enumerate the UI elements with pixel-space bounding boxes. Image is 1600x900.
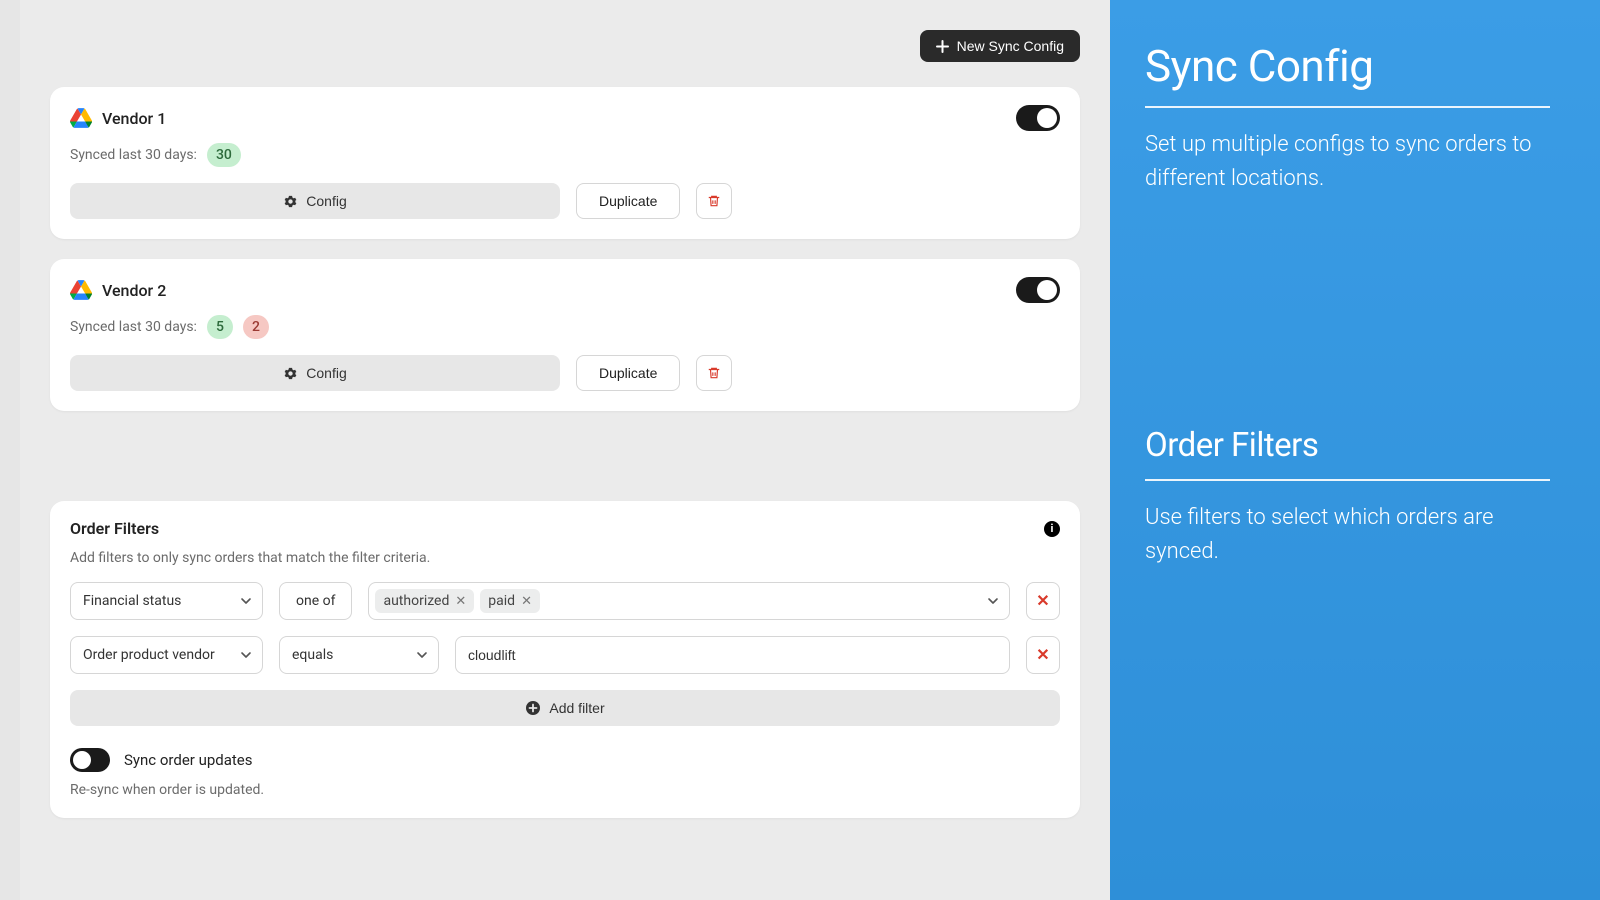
- order-filters-title: Order Filters: [70, 519, 159, 538]
- gear-icon: [283, 194, 298, 209]
- synced-label: Synced last 30 days:: [70, 147, 197, 163]
- vendor-card: Vendor 1 Synced last 30 days: 30 Config Dup…: [50, 87, 1080, 239]
- side-text-1: Set up multiple configs to sync orders t…: [1145, 128, 1550, 196]
- delete-button[interactable]: [696, 183, 732, 219]
- remove-filter-button[interactable]: ✕: [1026, 636, 1060, 674]
- filter-field-select[interactable]: Financial status: [70, 582, 263, 620]
- google-drive-icon: [70, 280, 92, 300]
- new-sync-config-button[interactable]: New Sync Config: [920, 30, 1080, 62]
- config-button[interactable]: Config: [70, 355, 560, 391]
- chevron-down-icon: [240, 649, 252, 661]
- remove-filter-button[interactable]: ✕: [1026, 582, 1060, 620]
- sync-count-badge: 2: [243, 315, 269, 339]
- order-filters-card: Order Filters i Add filters to only sync…: [50, 501, 1080, 818]
- plus-icon: [936, 40, 949, 53]
- filter-row: Financial statusone ofauthorized✕paid✕✕: [70, 582, 1060, 620]
- sync-order-updates-label: Sync order updates: [124, 751, 253, 769]
- add-filter-label: Add filter: [549, 700, 604, 716]
- synced-label: Synced last 30 days:: [70, 319, 197, 335]
- filter-tag-input[interactable]: authorized✕paid✕: [368, 582, 1010, 620]
- filter-text-input[interactable]: [455, 636, 1010, 674]
- config-button[interactable]: Config: [70, 183, 560, 219]
- close-icon: ✕: [1036, 645, 1049, 665]
- side-panel: Sync Config Set up multiple configs to s…: [1110, 0, 1600, 900]
- plus-circle-icon: [525, 700, 541, 716]
- tag-remove-icon[interactable]: ✕: [521, 594, 532, 609]
- side-rule-1: [1145, 106, 1550, 108]
- filter-field-select[interactable]: Order product vendor: [70, 636, 263, 674]
- new-sync-config-label: New Sync Config: [957, 38, 1064, 54]
- add-filter-button[interactable]: Add filter: [70, 690, 1060, 726]
- duplicate-label: Duplicate: [599, 193, 657, 209]
- vendor-name: Vendor 1: [102, 109, 166, 128]
- trash-icon: [707, 194, 721, 208]
- chevron-down-icon: [240, 595, 252, 607]
- vendor-enable-toggle[interactable]: [1016, 277, 1060, 303]
- sync-count-badge: 30: [207, 143, 241, 167]
- side-heading-2: Order Filters: [1145, 426, 1550, 465]
- sync-count-badge: 5: [207, 315, 233, 339]
- config-label: Config: [306, 365, 346, 381]
- main-area: New Sync Config Vendor 1 Synced last 30 d…: [20, 0, 1110, 900]
- filter-operator-static: one of: [279, 582, 352, 620]
- delete-button[interactable]: [696, 355, 732, 391]
- gear-icon: [283, 366, 298, 381]
- duplicate-button[interactable]: Duplicate: [576, 183, 680, 219]
- chevron-down-icon: [416, 649, 428, 661]
- tag-remove-icon[interactable]: ✕: [455, 594, 466, 609]
- left-gutter: [0, 0, 20, 900]
- side-rule-2: [1145, 479, 1550, 481]
- filter-operator-select[interactable]: equals: [279, 636, 439, 674]
- close-icon: ✕: [1036, 591, 1049, 611]
- vendor-name: Vendor 2: [102, 281, 166, 300]
- chevron-down-icon: [987, 595, 999, 607]
- vendor-enable-toggle[interactable]: [1016, 105, 1060, 131]
- duplicate-button[interactable]: Duplicate: [576, 355, 680, 391]
- side-text-2: Use filters to select which orders are s…: [1145, 501, 1550, 569]
- sync-order-updates-note: Re-sync when order is updated.: [70, 782, 1060, 798]
- info-icon[interactable]: i: [1044, 521, 1060, 537]
- filter-tag[interactable]: authorized✕: [375, 589, 474, 613]
- topbar: New Sync Config: [50, 0, 1080, 87]
- order-filters-desc: Add filters to only sync orders that mat…: [70, 550, 1060, 566]
- filter-row: Order product vendor equals ✕: [70, 636, 1060, 674]
- trash-icon: [707, 366, 721, 380]
- vendor-card: Vendor 2 Synced last 30 days: 5 2 Config Du…: [50, 259, 1080, 411]
- filter-tag[interactable]: paid✕: [480, 589, 540, 613]
- sync-order-updates-toggle[interactable]: [70, 748, 110, 772]
- side-heading-1: Sync Config: [1145, 40, 1550, 92]
- duplicate-label: Duplicate: [599, 365, 657, 381]
- google-drive-icon: [70, 108, 92, 128]
- config-label: Config: [306, 193, 346, 209]
